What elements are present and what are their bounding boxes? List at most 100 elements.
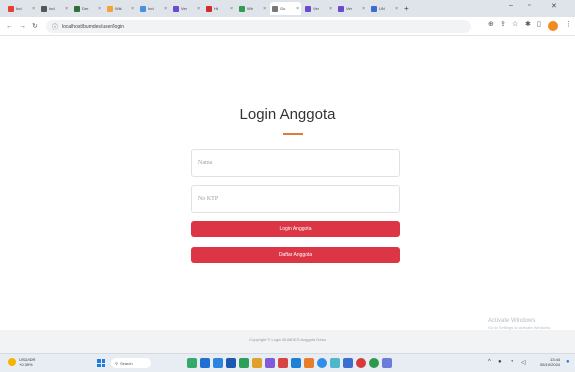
daftar-anggota-button[interactable]: Daftar Anggota xyxy=(191,247,400,263)
browser-tab[interactable]: Ver × xyxy=(171,2,202,15)
browser-tab[interactable]: UN × xyxy=(369,2,400,15)
app-icon-7[interactable] xyxy=(343,358,353,368)
notification-icon[interactable]: ● xyxy=(566,359,570,365)
tab-favicon-icon xyxy=(173,5,179,12)
browser-tab[interactable]: Ht × xyxy=(204,2,235,15)
app-icon-5[interactable] xyxy=(304,358,314,368)
minimize-icon[interactable]: – xyxy=(509,2,513,9)
taskbar-clock[interactable]: 13:44 05/10/2024 xyxy=(540,357,560,367)
forward-icon[interactable]: → xyxy=(19,23,26,30)
taskbar-widget[interactable]: USD/IDR +0.39% xyxy=(8,357,35,367)
bookmark-star-icon[interactable]: ☆ xyxy=(512,20,518,28)
browser-tab[interactable]: Ind × xyxy=(138,2,169,15)
browser-tab[interactable]: Ver × xyxy=(336,2,367,15)
url-text: localhost/bumdes/user/login xyxy=(62,23,124,30)
edge-icon[interactable] xyxy=(213,358,223,368)
tab-close-icon[interactable]: × xyxy=(362,6,365,12)
login-page: Login Anggota Login Anggota Daftar Anggo… xyxy=(0,36,575,353)
windows-start-icon[interactable] xyxy=(97,359,105,367)
tab-close-icon[interactable]: × xyxy=(296,6,299,12)
url-bar[interactable]: ⓘ localhost/bumdes/user/login xyxy=(46,20,471,33)
browser-tab[interactable]: Wik × xyxy=(105,2,136,15)
title-underline xyxy=(283,133,303,135)
tab-close-icon[interactable]: × xyxy=(131,6,134,12)
tab-favicon-icon xyxy=(305,5,311,12)
tab-favicon-icon xyxy=(8,5,14,12)
reload-icon[interactable]: ↻ xyxy=(32,22,38,30)
tab-close-icon[interactable]: × xyxy=(329,6,332,12)
tab-close-icon[interactable]: × xyxy=(65,6,68,12)
restore-icon[interactable]: ▫ xyxy=(528,2,530,9)
login-anggota-button[interactable]: Login Anggota xyxy=(191,221,400,237)
app-icon-4[interactable] xyxy=(291,358,301,368)
tab-close-icon[interactable]: × xyxy=(197,6,200,12)
browser-tab[interactable]: Ind × xyxy=(6,2,37,15)
browser-tab[interactable]: Der × xyxy=(72,2,103,15)
tab-close-icon[interactable]: × xyxy=(32,6,35,12)
share-icon[interactable]: ⇪ xyxy=(500,20,506,28)
search-icon: ⚲ xyxy=(115,360,118,366)
app-icon-6[interactable] xyxy=(330,358,340,368)
browser-tab[interactable]: Wh × xyxy=(237,2,268,15)
tab-favicon-icon xyxy=(74,5,80,12)
app-icon-3[interactable] xyxy=(278,358,288,368)
tab-favicon-icon xyxy=(140,5,146,12)
tab-favicon-icon xyxy=(206,5,212,12)
menu-dots-icon[interactable]: ⋮ xyxy=(565,20,572,28)
sidebar-icon[interactable]: ▯ xyxy=(537,20,541,28)
tab-title: UN xyxy=(379,6,385,11)
widgets-icon[interactable] xyxy=(187,358,197,368)
close-window-icon[interactable]: ✕ xyxy=(551,2,557,10)
tab-title: Gu xyxy=(280,6,286,11)
tab-favicon-icon xyxy=(239,5,245,12)
tab-title: Ht xyxy=(214,6,218,11)
volume-icon[interactable]: ◁ xyxy=(521,359,526,366)
watermark-title: Activate Windows xyxy=(488,318,536,324)
clock-date: 05/10/2024 xyxy=(540,362,561,367)
app-icon-2[interactable] xyxy=(265,358,275,368)
tab-favicon-icon xyxy=(338,5,344,12)
tab-close-icon[interactable]: × xyxy=(263,6,266,12)
tab-title: Ver xyxy=(346,6,353,11)
taskbar-search[interactable]: ⚲ Search xyxy=(111,358,151,368)
new-tab-button[interactable]: + xyxy=(404,4,409,13)
back-icon[interactable]: ← xyxy=(6,23,13,30)
site-info-icon[interactable]: ⓘ xyxy=(52,22,58,31)
extension-icon[interactable]: ⊕ xyxy=(488,20,494,28)
tab-title: Der xyxy=(82,6,89,11)
tab-title: Wik xyxy=(115,6,122,11)
tab-close-icon[interactable]: × xyxy=(164,6,167,12)
tray-chevron-icon[interactable]: ^ xyxy=(488,359,491,365)
file-explorer-icon[interactable] xyxy=(200,358,210,368)
nama-input[interactable] xyxy=(191,149,400,177)
tab-favicon-icon xyxy=(107,5,113,12)
browser-tab[interactable]: Ver × xyxy=(303,2,334,15)
taskbar-search-label: Search xyxy=(119,360,133,366)
profile-avatar[interactable] xyxy=(548,21,558,31)
tab-close-icon[interactable]: × xyxy=(98,6,101,12)
app-icon-10[interactable] xyxy=(382,358,392,368)
tab-close-icon[interactable]: × xyxy=(395,6,398,12)
extensions-puzzle-icon[interactable]: ✱ xyxy=(525,20,531,28)
tab-favicon-icon xyxy=(41,5,47,12)
browser-tab[interactable]: Gu × xyxy=(270,2,301,15)
browser-tab[interactable]: Ind × xyxy=(39,2,70,15)
activate-windows-watermark: Activate Windows Go to Settings to activ… xyxy=(488,318,551,330)
app-icon-9[interactable] xyxy=(369,358,379,368)
page-footer: Copyright © Login BUMDES Anggota Desa xyxy=(0,330,575,353)
app-icon-1[interactable] xyxy=(239,358,249,368)
taskbar: USD/IDR +0.39% ⚲ Search ^ ● ◔ ◁ 13:44 05… xyxy=(0,353,575,372)
store-icon[interactable] xyxy=(226,358,236,368)
chrome-icon[interactable] xyxy=(317,358,327,368)
folder-icon[interactable] xyxy=(252,358,262,368)
tab-title: Wh xyxy=(247,6,253,11)
app-icon-8[interactable] xyxy=(356,358,366,368)
widget-line2: +0.39% xyxy=(19,362,33,367)
tray-app-icon[interactable]: ● xyxy=(498,359,502,365)
tab-close-icon[interactable]: × xyxy=(230,6,233,12)
wifi-icon[interactable]: ◔ xyxy=(510,359,514,365)
tab-title: Ver xyxy=(181,6,188,11)
tab-title: Ind xyxy=(16,6,22,11)
watermark-subtitle: Go to Settings to activate Windows. xyxy=(488,325,552,330)
ktp-input[interactable] xyxy=(191,185,400,213)
